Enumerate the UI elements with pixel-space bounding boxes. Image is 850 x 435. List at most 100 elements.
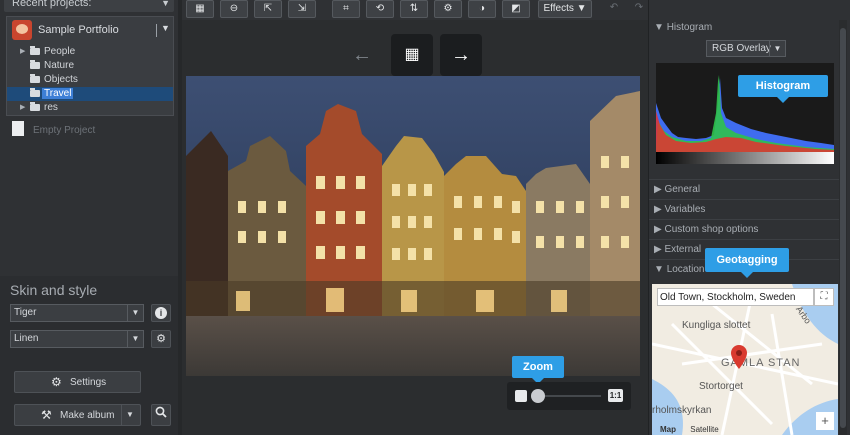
sidebar: Recent projects: ▼ Sample Portfolio ▼ ▶ … (0, 0, 180, 435)
next-button[interactable]: → (440, 34, 482, 76)
folder-icon (30, 74, 40, 83)
skin-info-button[interactable]: i (151, 304, 171, 322)
fullscreen-button[interactable]: ⛶ (814, 288, 834, 306)
tree-item-objects[interactable]: Objects (7, 73, 173, 87)
map-type-tabs: Map Satellite (660, 425, 719, 434)
gear-icon: ⚙ (51, 375, 62, 389)
tree-item-label: People (44, 46, 76, 57)
chevron-down-icon[interactable]: ▼ (126, 410, 134, 419)
fit-to-screen-button[interactable] (515, 390, 527, 402)
folder-icon (30, 46, 40, 55)
previous-button[interactable]: ← (341, 34, 383, 76)
main-photo (186, 76, 640, 376)
section-label: ▶ Variables (654, 204, 706, 215)
image-viewer: ← ▦ → Zoom 1:1 (182, 20, 648, 435)
style-select[interactable]: Linen ▼ (10, 330, 144, 348)
crop-button[interactable]: ⌗ (332, 0, 360, 18)
map-tab-satellite[interactable]: Satellite (690, 425, 718, 434)
zoom-in-button[interactable]: + (816, 412, 834, 430)
photo-stockholm-square (186, 76, 640, 376)
skin-select[interactable]: Tiger ▼ (10, 304, 144, 322)
geotagging-callout: Geotagging (705, 248, 789, 278)
grid-icon: ▦ (195, 3, 205, 14)
chevron-down-icon: ▼ (161, 0, 170, 8)
scrollbar-thumb[interactable] (840, 28, 846, 428)
import-button[interactable]: ⇱ (254, 0, 282, 18)
redo-button[interactable]: ↷ (630, 0, 648, 18)
recent-projects-dropdown[interactable]: Recent projects: ▼ (4, 0, 174, 12)
section-label: ▶ General (654, 184, 701, 195)
actual-size-button[interactable]: 1:1 (608, 389, 623, 402)
contrast-icon: ◑ (478, 3, 486, 14)
location-map[interactable]: Old Town, Stockholm, Sweden ⛶ Kungliga s… (652, 284, 838, 435)
settings-button[interactable]: ⚙ Settings (14, 371, 141, 393)
section-custom-shop-options[interactable]: ▶ Custom shop options (649, 219, 839, 239)
histogram-mode-select[interactable]: RGB Overlay ▼ (706, 40, 786, 57)
style-settings-button[interactable]: ⚙ (151, 330, 171, 348)
search-button[interactable] (151, 404, 171, 426)
arrow-right-icon: → (451, 44, 471, 66)
crop-icon: ⌗ (343, 3, 349, 14)
section-variables[interactable]: ▶ Variables (649, 199, 839, 219)
export-button[interactable]: ⇲ (288, 0, 316, 18)
histogram-callout: Histogram (738, 75, 828, 103)
project-header[interactable]: Sample Portfolio ▼ (7, 17, 173, 45)
flip-button[interactable]: ⇅ (400, 0, 428, 18)
histogram-section-header[interactable]: ▼ Histogram (649, 18, 839, 38)
levels-button[interactable]: ◩ (502, 0, 530, 18)
effects-button[interactable]: Effects ▼ (538, 0, 592, 18)
expand-triangle-icon[interactable]: ▶ (20, 47, 25, 55)
tree-item-res[interactable]: ▶ res (7, 101, 173, 115)
section-label: ▼ Location (654, 264, 705, 275)
map-tab-map[interactable]: Map (660, 425, 676, 434)
make-album-button[interactable]: ⚒ Make album ▼ (14, 404, 141, 426)
rotate-icon: ⟲ (375, 3, 385, 14)
style-select-value: Linen (14, 333, 39, 344)
tree-item-travel[interactable]: Travel (7, 87, 173, 101)
adjust-button[interactable]: ⚙ (434, 0, 462, 18)
skin-section-title: Skin and style (10, 282, 98, 298)
tree-item-nature[interactable]: Nature (7, 59, 173, 73)
undo-button[interactable]: ↶ (600, 0, 628, 18)
zoom-slider-knob[interactable] (531, 389, 545, 403)
project-tree: Sample Portfolio ▼ ▶ People Nature Objec… (6, 16, 174, 116)
section-general[interactable]: ▶ General (649, 179, 839, 199)
chevron-down-icon: ▼ (127, 331, 143, 347)
chevron-down-icon: ▼ (127, 305, 143, 321)
section-custom-shop-text: Custom shop options (664, 224, 759, 235)
tree-item-label: res (44, 102, 58, 113)
folder-icon (30, 102, 40, 111)
gear-icon: ⚙ (156, 333, 166, 345)
empty-project-item[interactable]: Empty Project (33, 125, 95, 136)
rotate-button[interactable]: ⟲ (366, 0, 394, 18)
grid-view-button[interactable]: ▦ (186, 0, 214, 18)
minus-circle-icon: ⊖ (229, 3, 239, 14)
document-icon (12, 121, 24, 136)
divider (156, 24, 157, 37)
histogram-header-label: ▼ Histogram (654, 22, 713, 33)
tree-item-people[interactable]: ▶ People (7, 45, 173, 59)
grid-icon: ▦ (404, 46, 420, 63)
expand-triangle-icon[interactable]: ▶ (20, 103, 25, 111)
recent-projects-label: Recent projects: (12, 0, 92, 9)
map-search-value: Old Town, Stockholm, Sweden (660, 292, 796, 303)
folder-icon (30, 88, 40, 97)
tree-item-label: Objects (44, 74, 78, 85)
panel-scrollbar[interactable] (839, 20, 847, 435)
grid-button[interactable]: ▦ (391, 34, 433, 76)
arrow-left-icon: ← (352, 44, 372, 66)
contrast-button[interactable]: ◑ (468, 0, 496, 18)
divider (121, 405, 122, 425)
histogram-gradient-bar (656, 152, 834, 164)
zoom-callout: Zoom (512, 356, 564, 384)
plus-icon: + (821, 413, 829, 428)
settings-button-label: Settings (70, 377, 107, 388)
chevron-down-icon[interactable]: ▼ (161, 23, 170, 33)
map-search-input[interactable]: Old Town, Stockholm, Sweden (657, 288, 814, 306)
skin-select-value: Tiger (14, 307, 37, 318)
map-pin-icon[interactable] (731, 345, 747, 369)
zoom-slider-track[interactable] (537, 395, 601, 397)
remove-button[interactable]: ⊖ (220, 0, 248, 18)
properties-panel: ▼ Histogram RGB Overlay ▼ Histogram ▶ Ge… (648, 0, 850, 435)
histogram-mode-value: RGB Overlay (712, 43, 771, 54)
